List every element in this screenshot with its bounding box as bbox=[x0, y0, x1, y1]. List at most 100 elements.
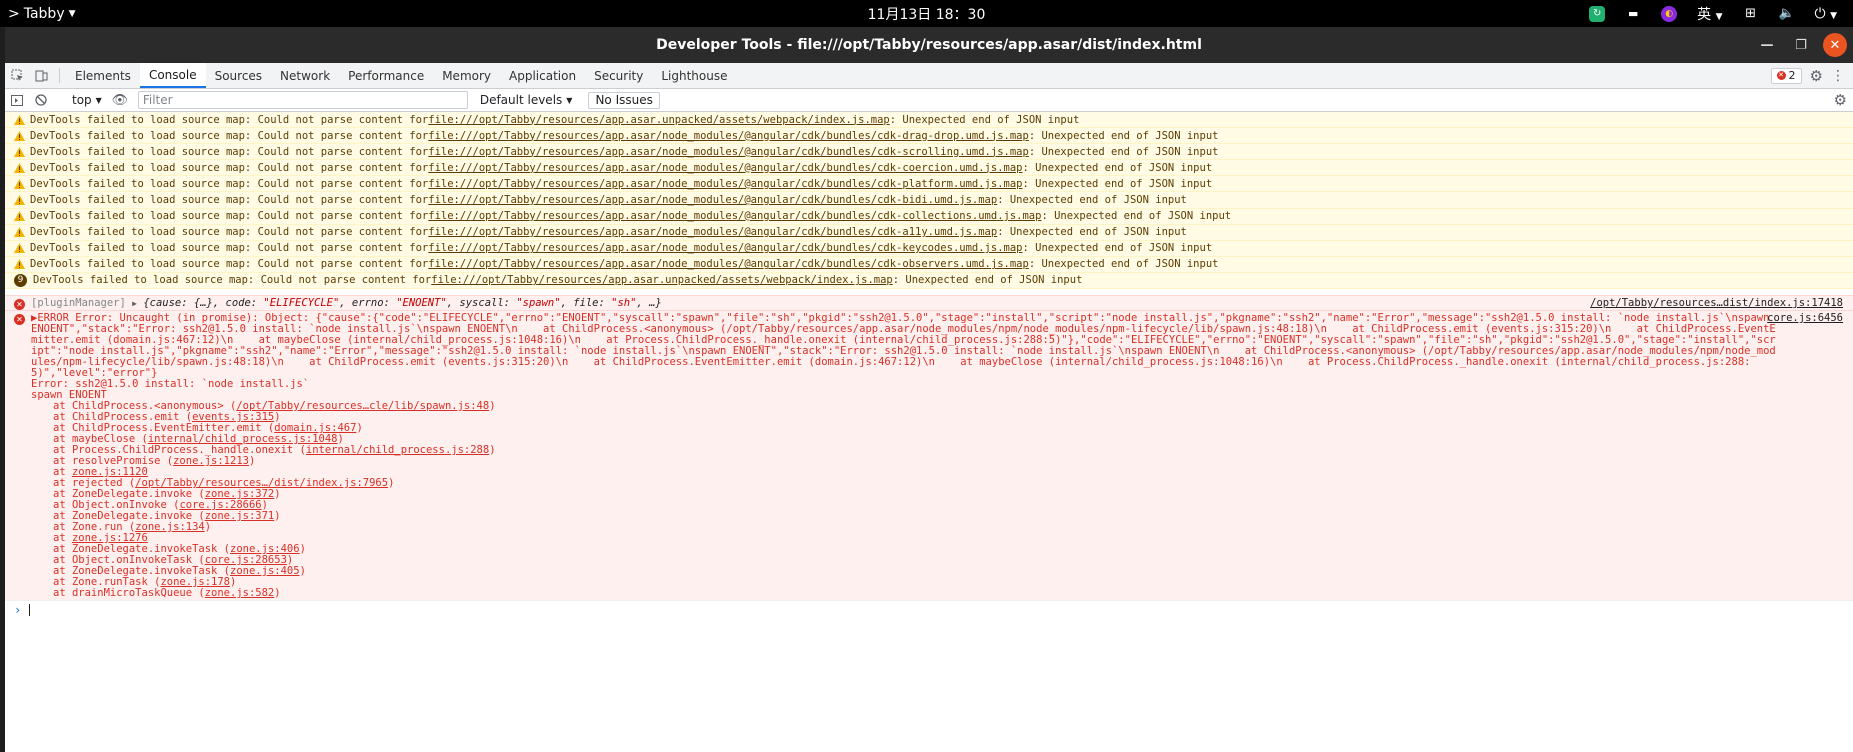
divider bbox=[59, 68, 60, 83]
volume-icon[interactable]: 🔈 bbox=[1778, 6, 1794, 22]
warning-suffix: : Unexpected end of JSON input bbox=[1028, 129, 1219, 142]
source-map-link[interactable]: file:///opt/Tabby/resources/app.asar.unp… bbox=[431, 274, 892, 286]
live-expression-button[interactable]: 👁 bbox=[108, 93, 132, 108]
clear-console-button[interactable] bbox=[29, 94, 53, 106]
error-line: Error: ssh2@1.5.0 install: `node install… bbox=[31, 378, 310, 391]
error-message: ▶ERROR Error: Uncaught (in promise): Obj… bbox=[5, 311, 1853, 600]
tab-performance[interactable]: Performance bbox=[339, 63, 433, 88]
source-map-link[interactable]: file:///opt/Tabby/resources/app.asar/nod… bbox=[428, 210, 1041, 222]
error-count: 2 bbox=[1788, 69, 1796, 82]
obj-text: {cause: {…}, code: bbox=[143, 297, 264, 310]
keyboard-icon[interactable]: ▬ bbox=[1625, 6, 1641, 22]
sidebar-toggle-button[interactable] bbox=[5, 94, 29, 106]
source-map-link[interactable]: file:///opt/Tabby/resources/app.asar/nod… bbox=[428, 146, 1029, 158]
context-selector[interactable]: top ▼ bbox=[66, 93, 108, 107]
eye-icon: 👁 bbox=[111, 92, 129, 108]
issues-button[interactable]: No Issues bbox=[588, 91, 660, 109]
console-settings-gear-icon[interactable]: ⚙ bbox=[1834, 91, 1853, 109]
source-map-link[interactable]: file:///opt/Tabby/resources/app.asar/nod… bbox=[428, 162, 1022, 174]
frame-text: ) bbox=[489, 444, 496, 457]
tab-network[interactable]: Network bbox=[271, 63, 339, 88]
text-cursor bbox=[29, 603, 31, 616]
source-map-link[interactable]: file:///opt/Tabby/resources/app.asar.unp… bbox=[428, 114, 889, 126]
stack-frame: at ZoneDelegate.invoke (zone.js:372) bbox=[31, 489, 1841, 500]
clock[interactable]: 11月13日 18：30 bbox=[0, 4, 1853, 24]
error-count-badge[interactable]: ✕ 2 bbox=[1770, 67, 1802, 84]
source-map-link[interactable]: file:///opt/Tabby/resources/app.asar/nod… bbox=[428, 226, 997, 238]
inspect-icon bbox=[11, 69, 23, 81]
warning-text: DevTools failed to load source map: Coul… bbox=[30, 145, 429, 158]
close-button[interactable]: ✕ bbox=[1823, 33, 1847, 57]
warning-row[interactable]: DevTools failed to load source map: Coul… bbox=[5, 256, 1853, 273]
colorful-app-icon[interactable]: ◐ bbox=[1661, 5, 1678, 22]
stack-frame: at rejected (/opt/Tabby/resources…/dist/… bbox=[31, 478, 1841, 489]
sync-app-icon[interactable]: ↻ bbox=[1589, 5, 1606, 22]
source-link[interactable]: /opt/Tabby/resources…dist/index.js:17418 bbox=[1590, 297, 1843, 309]
warning-row[interactable]: DevTools failed to load source map: Coul… bbox=[5, 192, 1853, 209]
warning-icon bbox=[14, 114, 25, 125]
plugin-error-message: [pluginManager] ▶ {cause: {…}, code: "EL… bbox=[5, 296, 1853, 310]
obj-text: , errno: bbox=[339, 297, 397, 310]
obj-errno: "ENOENT" bbox=[396, 297, 447, 310]
repeat-count-badge: 9 bbox=[14, 273, 27, 287]
warning-row[interactable]: DevTools failed to load source map: Coul… bbox=[5, 112, 1853, 129]
source-map-link[interactable]: file:///opt/Tabby/resources/app.asar/nod… bbox=[428, 242, 1022, 254]
plugin-manager-error[interactable]: ✕ [pluginManager] ▶ {cause: {…}, code: "… bbox=[5, 295, 1853, 311]
warning-row[interactable]: DevTools failed to load source map: Coul… bbox=[5, 224, 1853, 241]
uncaught-error[interactable]: ✕ core.js:6456 ▶ERROR Error: Uncaught (i… bbox=[5, 310, 1853, 601]
tab-lighthouse[interactable]: Lighthouse bbox=[652, 63, 736, 88]
frame-source-link[interactable]: zone.js:371 bbox=[205, 510, 275, 522]
expand-toggle[interactable]: ▶ bbox=[132, 299, 137, 308]
frame-source-link[interactable]: zone.js:1213 bbox=[173, 455, 249, 467]
warning-text: DevTools failed to load source map: Coul… bbox=[33, 274, 432, 287]
maximize-button[interactable]: ❐ bbox=[1789, 33, 1813, 57]
warning-row[interactable]: DevTools failed to load source map: Coul… bbox=[5, 240, 1853, 257]
tab-console[interactable]: Console bbox=[139, 63, 206, 88]
inspect-element-button[interactable] bbox=[5, 63, 29, 88]
log-levels-dropdown[interactable]: Default levels ▼ bbox=[474, 93, 579, 107]
settings-gear-icon[interactable]: ⚙ bbox=[1810, 67, 1823, 85]
repeated-warning-row[interactable]: 9 DevTools failed to load source map: Co… bbox=[5, 272, 1853, 290]
frame-source-link[interactable]: zone.js:405 bbox=[230, 565, 300, 577]
warning-suffix: : Unexpected end of JSON input bbox=[1022, 161, 1213, 174]
power-menu[interactable]: ⏻ ▼ bbox=[1815, 6, 1837, 22]
warning-row[interactable]: DevTools failed to load source map: Coul… bbox=[5, 176, 1853, 193]
network-icon[interactable]: ⊞ bbox=[1743, 6, 1759, 22]
tab-security[interactable]: Security bbox=[585, 63, 652, 88]
input-method-label: 英 bbox=[1697, 6, 1712, 23]
console-toolbar: top ▼ 👁 Default levels ▼ No Issues ⚙ bbox=[5, 89, 1853, 112]
warning-row[interactable]: DevTools failed to load source map: Coul… bbox=[5, 160, 1853, 177]
warning-icon bbox=[14, 195, 25, 206]
device-toolbar-button[interactable] bbox=[29, 63, 53, 88]
window-titlebar[interactable]: Developer Tools - file:///opt/Tabby/reso… bbox=[5, 27, 1853, 63]
frame-source-link[interactable]: internal/child_process.js:288 bbox=[306, 444, 489, 456]
source-map-link[interactable]: file:///opt/Tabby/resources/app.asar/nod… bbox=[428, 178, 1022, 190]
minimize-icon: — bbox=[1760, 37, 1774, 53]
console-prompt[interactable]: › bbox=[5, 600, 1853, 618]
tab-elements[interactable]: Elements bbox=[66, 63, 140, 88]
error-header[interactable]: ▶ERROR Error: Uncaught (in promise): Obj… bbox=[31, 313, 1841, 379]
minimize-button[interactable]: — bbox=[1755, 33, 1779, 57]
tab-application[interactable]: Application bbox=[500, 63, 585, 88]
warning-suffix: : Unexpected end of JSON input bbox=[997, 194, 1187, 207]
filter-input[interactable] bbox=[137, 91, 468, 109]
warning-row[interactable]: DevTools failed to load source map: Coul… bbox=[5, 144, 1853, 161]
obj-syscall: "spawn" bbox=[516, 297, 561, 310]
input-method-indicator[interactable]: 英 ▼ bbox=[1697, 4, 1722, 24]
more-options-icon[interactable]: ⋮ bbox=[1831, 68, 1845, 84]
tab-memory[interactable]: Memory bbox=[433, 63, 500, 88]
frame-source-link[interactable]: zone.js:582 bbox=[205, 587, 275, 599]
warning-row[interactable]: DevTools failed to load source map: Coul… bbox=[5, 208, 1853, 225]
source-map-link[interactable]: file:///opt/Tabby/resources/app.asar/nod… bbox=[428, 194, 997, 206]
warning-icon bbox=[14, 130, 25, 141]
warning-row[interactable]: DevTools failed to load source map: Coul… bbox=[5, 128, 1853, 145]
stack-frame: at drainMicroTaskQueue (zone.js:582) bbox=[31, 588, 1841, 599]
source-map-link[interactable]: file:///opt/Tabby/resources/app.asar/nod… bbox=[428, 130, 1029, 142]
device-mode-icon bbox=[35, 70, 47, 82]
tab-sources[interactable]: Sources bbox=[206, 63, 271, 88]
app-menu[interactable]: > Tabby ▼ bbox=[0, 6, 76, 22]
source-link[interactable]: core.js:6456 bbox=[1767, 312, 1843, 324]
stack-trace: at ChildProcess.<anonymous> (/opt/Tabby/… bbox=[31, 401, 1841, 599]
source-map-link[interactable]: file:///opt/Tabby/resources/app.asar/nod… bbox=[428, 258, 1029, 270]
frame-text: ) bbox=[248, 455, 256, 468]
